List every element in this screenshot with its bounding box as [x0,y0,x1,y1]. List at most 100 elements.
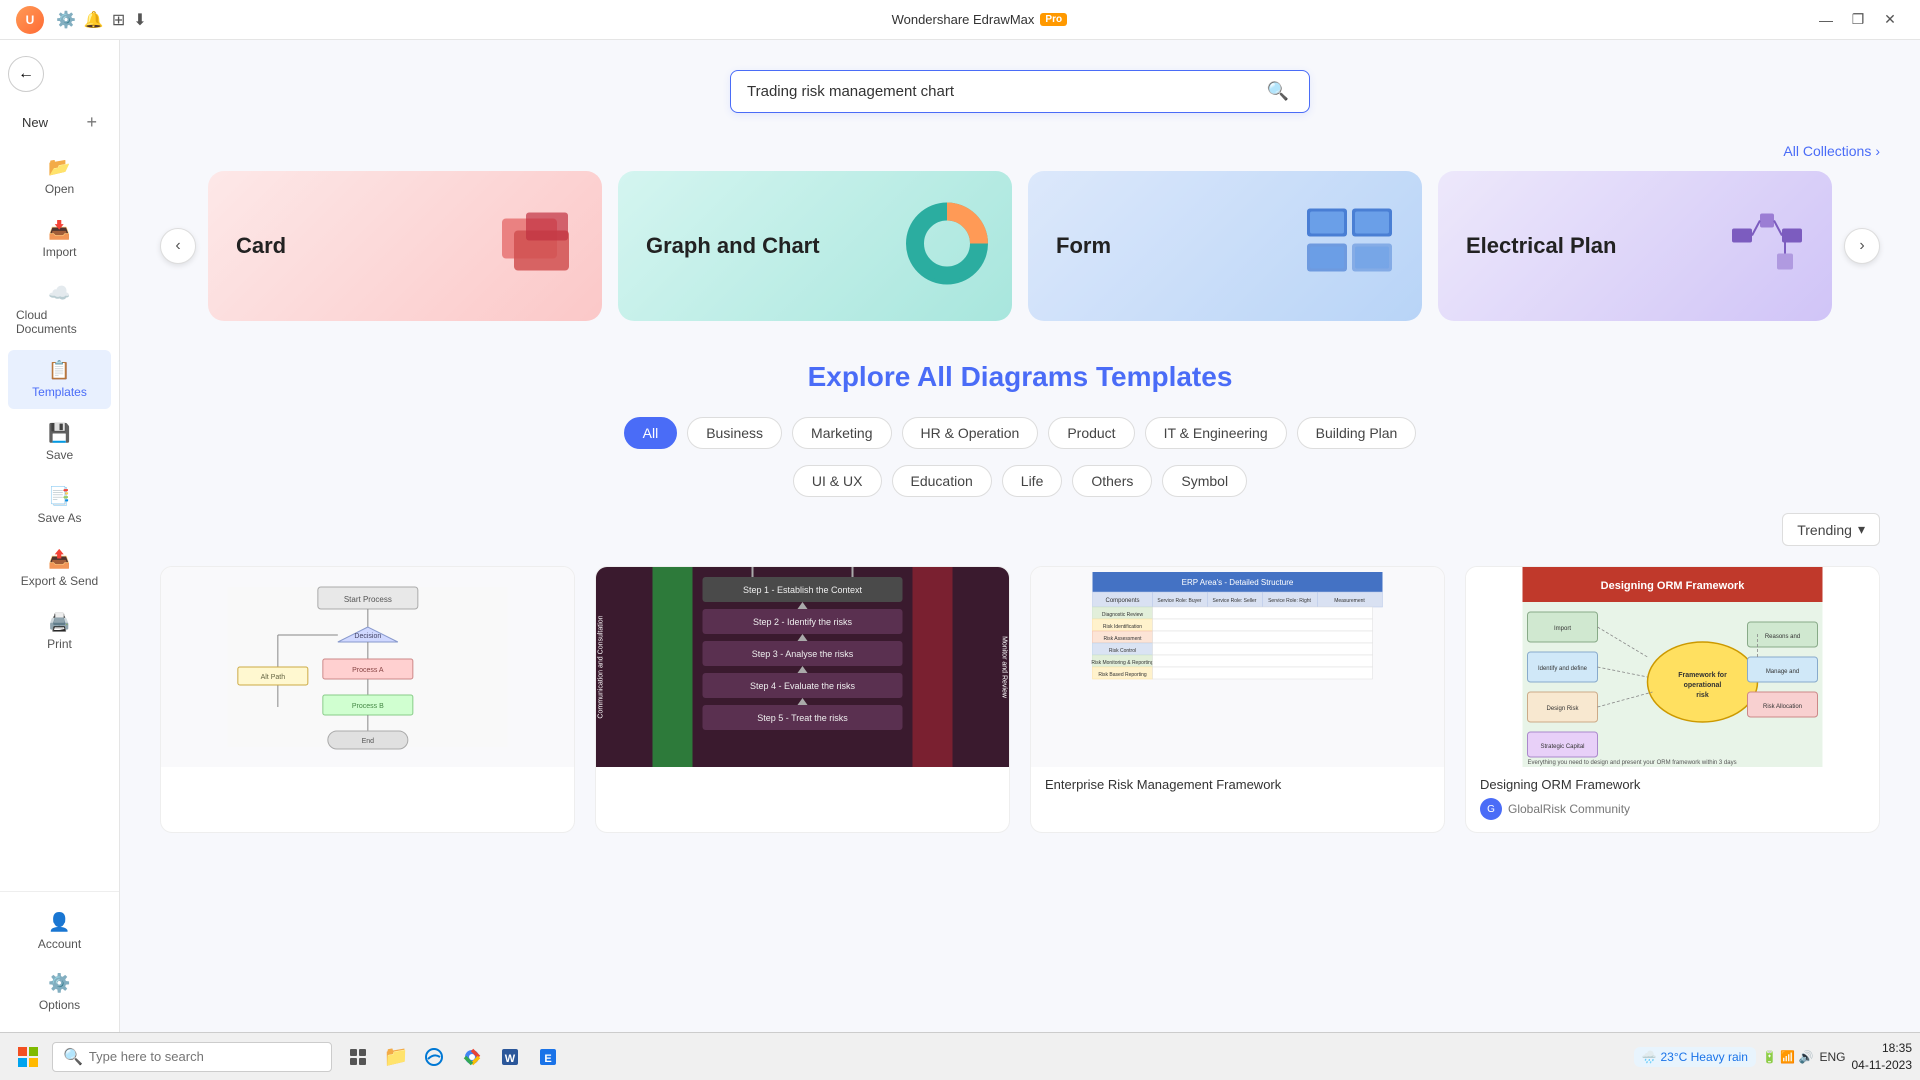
taskbar-search-input[interactable] [89,1049,321,1064]
svg-text:ERP Area's - Detailed Structur: ERP Area's - Detailed Structure [1182,578,1294,587]
taskbar-apps: 📁 W E [340,1039,566,1075]
user-avatar[interactable]: U [16,6,44,34]
svg-text:Decision: Decision [354,633,381,640]
carousel-card-card[interactable]: Card [208,171,602,321]
cloud-label: Cloud Documents [16,308,103,336]
app-name: Wondershare EdrawMax [892,12,1035,27]
svg-text:operational: operational [1684,682,1722,689]
svg-text:Process A: Process A [352,667,384,674]
filter-tag-ui[interactable]: UI & UX [793,465,882,497]
saveas-icon: 📑 [48,486,70,507]
card-card-icon [492,199,582,294]
template-card-2[interactable]: Communication and Consultation Monitor a… [595,566,1010,833]
filter-tag-others[interactable]: Others [1072,465,1152,497]
taskbar-app-word[interactable]: W [492,1039,528,1075]
taskbar-app-edraw[interactable]: E [530,1039,566,1075]
sidebar-item-account[interactable]: 👤 Account [8,902,111,961]
filter-tag-hr[interactable]: HR & Operation [902,417,1039,449]
search-container: 🔍 [160,70,1880,113]
sidebar-item-saveas[interactable]: 📑 Save As [8,476,111,535]
start-button[interactable] [8,1037,48,1077]
minimize-button[interactable]: — [1812,6,1840,34]
filter-tag-symbol[interactable]: Symbol [1162,465,1247,497]
filter-tag-building[interactable]: Building Plan [1297,417,1417,449]
taskbar-app-files[interactable]: 📁 [378,1039,414,1075]
search-input[interactable] [747,83,1263,100]
save-label: Save [46,448,73,462]
filter-tag-education[interactable]: Education [892,465,992,497]
back-button[interactable]: ← [8,56,44,92]
filter-tags-row1: All Business Marketing HR & Operation Pr… [160,417,1880,449]
filter-tag-product[interactable]: Product [1048,417,1134,449]
template-card-3[interactable]: ERP Area's - Detailed Structure Componen… [1030,566,1445,833]
sidebar-item-export[interactable]: 📤 Export & Send [8,539,111,598]
system-icons: 🔋 📶 🔊 [1762,1050,1814,1064]
close-button[interactable]: ✕ [1876,6,1904,34]
svg-text:Risk Based Reporting: Risk Based Reporting [1098,672,1147,678]
svg-text:Reasons and: Reasons and [1765,634,1800,640]
all-collections-link[interactable]: All Collections › [1783,143,1880,159]
carousel-next-button[interactable]: › [1844,228,1880,264]
import-icon: 📥 [48,220,70,241]
export-icon: 📤 [48,549,70,570]
carousel-card-graph[interactable]: Graph and Chart [618,171,1012,321]
template-thumb-3: ERP Area's - Detailed Structure Componen… [1031,567,1444,767]
svg-text:Step 5 - Treat the risks: Step 5 - Treat the risks [757,713,848,723]
sidebar-item-options[interactable]: ⚙️ Options [8,963,111,1022]
taskbar-search-icon: 🔍 [63,1047,83,1067]
template-grid: Start Process Decision Process A Process… [160,566,1880,833]
sidebar-item-save[interactable]: 💾 Save [8,413,111,472]
sidebar-item-open[interactable]: 📂 Open [8,147,111,206]
svg-text:Communication and Consultation: Communication and Consultation [598,615,605,718]
filter-tag-life[interactable]: Life [1002,465,1063,497]
carousel-card-electrical[interactable]: Electrical Plan [1438,171,1832,321]
svg-text:Service Role: Seller: Service Role: Seller [1213,598,1257,604]
weather-text: 23°C Heavy rain [1660,1050,1748,1064]
weather-icon: 🌧️ [1642,1050,1657,1064]
restore-button[interactable]: ❐ [1844,6,1872,34]
explore-plain: Explore [808,361,917,392]
titlebar-center: Wondershare EdrawMax Pro [892,12,1068,27]
bell-icon[interactable]: 🔔 [84,10,104,30]
svg-text:Strategic Capital: Strategic Capital [1540,744,1584,750]
card-form-title: Form [1056,232,1111,261]
card-card-title: Card [236,232,286,261]
sort-select[interactable]: Trending ▾ [1782,513,1880,546]
grid-icon[interactable]: ⊞ [112,10,125,30]
carousel-prev-button[interactable]: ‹ [160,228,196,264]
filter-tag-business[interactable]: Business [687,417,782,449]
carousel-card-form[interactable]: Form [1028,171,1422,321]
taskbar-app-edge[interactable] [416,1039,452,1075]
sidebar-item-new[interactable]: New + [8,102,111,143]
template-thumb-1: Start Process Decision Process A Process… [161,567,574,767]
filter-tag-it[interactable]: IT & Engineering [1145,417,1287,449]
templates-icon: 📋 [48,360,70,381]
date-display: 04-11-2023 [1852,1057,1913,1074]
taskbar-search-box[interactable]: 🔍 [52,1042,332,1072]
svg-text:Diagnostic Review: Diagnostic Review [1102,612,1144,618]
titlebar-left: U ⚙️ 🔔 ⊞ ⬇ [16,6,147,34]
sidebar-item-print[interactable]: 🖨️ Print [8,602,111,661]
template-card-1[interactable]: Start Process Decision Process A Process… [160,566,575,833]
svg-text:Process B: Process B [352,703,384,710]
filter-tag-all[interactable]: All [624,417,678,449]
settings-icon[interactable]: ⚙️ [56,10,76,30]
svg-text:Everything you need to design: Everything you need to design and presen… [1528,760,1737,766]
taskbar-app-taskview[interactable] [340,1039,376,1075]
svg-text:Service Role: Buyer: Service Role: Buyer [1157,598,1202,604]
svg-text:Manage and: Manage and [1766,669,1799,675]
template-card-4[interactable]: Designing ORM Framework Framework for op… [1465,566,1880,833]
saveas-label: Save As [37,511,81,525]
taskbar: 🔍 📁 [0,1032,1920,1080]
taskbar-app-chrome[interactable] [454,1039,490,1075]
sidebar-item-import[interactable]: 📥 Import [8,210,111,269]
search-button[interactable]: 🔍 [1263,81,1293,102]
download-icon[interactable]: ⬇ [133,10,146,30]
print-icon: 🖨️ [48,612,70,633]
svg-text:Designing ORM Framework: Designing ORM Framework [1601,580,1746,592]
sidebar-item-cloud[interactable]: ☁️ Cloud Documents [8,273,111,346]
sidebar-item-templates[interactable]: 📋 Templates [8,350,111,409]
time-display: 18:35 [1852,1040,1913,1057]
explore-title: Explore All Diagrams Templates [160,361,1880,393]
filter-tag-marketing[interactable]: Marketing [792,417,891,449]
